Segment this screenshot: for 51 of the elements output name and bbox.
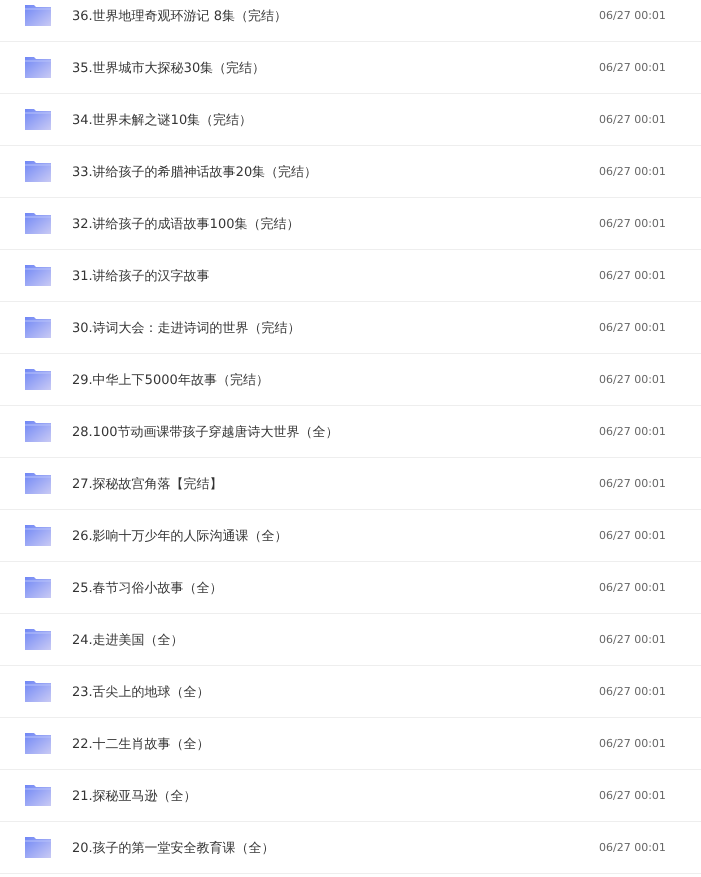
folder-icon (24, 576, 52, 599)
folder-icon (24, 108, 52, 131)
modified-time: 06/27 00:01 (599, 841, 667, 854)
modified-time: 06/27 00:01 (599, 61, 667, 74)
folder-icon (24, 680, 52, 703)
folder-name[interactable]: 22.十二生肖故事（全） (72, 734, 599, 752)
modified-time: 06/27 00:01 (599, 477, 667, 490)
modified-time: 06/27 00:01 (599, 9, 667, 22)
folder-icon (24, 784, 52, 807)
modified-time: 06/27 00:01 (599, 113, 667, 126)
folder-name[interactable]: 26.影响十万少年的人际沟通课（全） (72, 526, 599, 544)
folder-name[interactable]: 36.世界地理奇观环游记 8集（完结） (72, 6, 599, 24)
folder-icon (24, 368, 52, 391)
modified-time: 06/27 00:01 (599, 633, 667, 646)
folder-name[interactable]: 28.100节动画课带孩子穿越唐诗大世界（全） (72, 422, 599, 440)
folder-icon (24, 212, 52, 235)
folder-icon (24, 628, 52, 651)
folder-icon (24, 316, 52, 339)
modified-time: 06/27 00:01 (599, 321, 667, 334)
folder-icon (24, 4, 52, 27)
folder-icon (24, 160, 52, 183)
folder-icon (24, 836, 52, 859)
folder-icon (24, 524, 52, 547)
modified-time: 06/27 00:01 (599, 269, 667, 282)
modified-time: 06/27 00:01 (599, 217, 667, 230)
modified-time: 06/27 00:01 (599, 737, 667, 750)
modified-time: 06/27 00:01 (599, 425, 667, 438)
folder-name[interactable]: 25.春节习俗小故事（全） (72, 578, 599, 596)
folder-name[interactable]: 24.走进美国（全） (72, 630, 599, 648)
folder-name[interactable]: 27.探秘故宫角落【完结】 (72, 474, 599, 492)
folder-icon (24, 264, 52, 287)
modified-time: 06/27 00:01 (599, 581, 667, 594)
folder-icon (24, 56, 52, 79)
folder-icon (24, 732, 52, 755)
folder-name[interactable]: 20.孩子的第一堂安全教育课（全） (72, 838, 599, 856)
folder-name[interactable]: 29.中华上下5000年故事（完结） (72, 370, 599, 388)
folder-name[interactable]: 30.诗词大会：走进诗词的世界（完结） (72, 318, 599, 336)
modified-time: 06/27 00:01 (599, 165, 667, 178)
folder-name[interactable]: 35.世界城市大探秘30集（完结） (72, 58, 599, 76)
modified-time: 06/27 00:01 (599, 529, 667, 542)
modified-time: 06/27 00:01 (599, 685, 667, 698)
folder-name[interactable]: 34.世界未解之谜10集（完结） (72, 110, 599, 128)
folder-name[interactable]: 31.讲给孩子的汉字故事 (72, 266, 599, 284)
folder-name[interactable]: 21.探秘亚马逊（全） (72, 786, 599, 804)
folder-icon (24, 420, 52, 443)
modified-time: 06/27 00:01 (599, 373, 667, 386)
folder-name[interactable]: 23.舌尖上的地球（全） (72, 682, 599, 700)
folder-icon (24, 472, 52, 495)
folder-name[interactable]: 33.讲给孩子的希腊神话故事20集（完结） (72, 162, 599, 180)
folder-name[interactable]: 32.讲给孩子的成语故事100集（完结） (72, 214, 599, 232)
modified-time: 06/27 00:01 (599, 789, 667, 802)
